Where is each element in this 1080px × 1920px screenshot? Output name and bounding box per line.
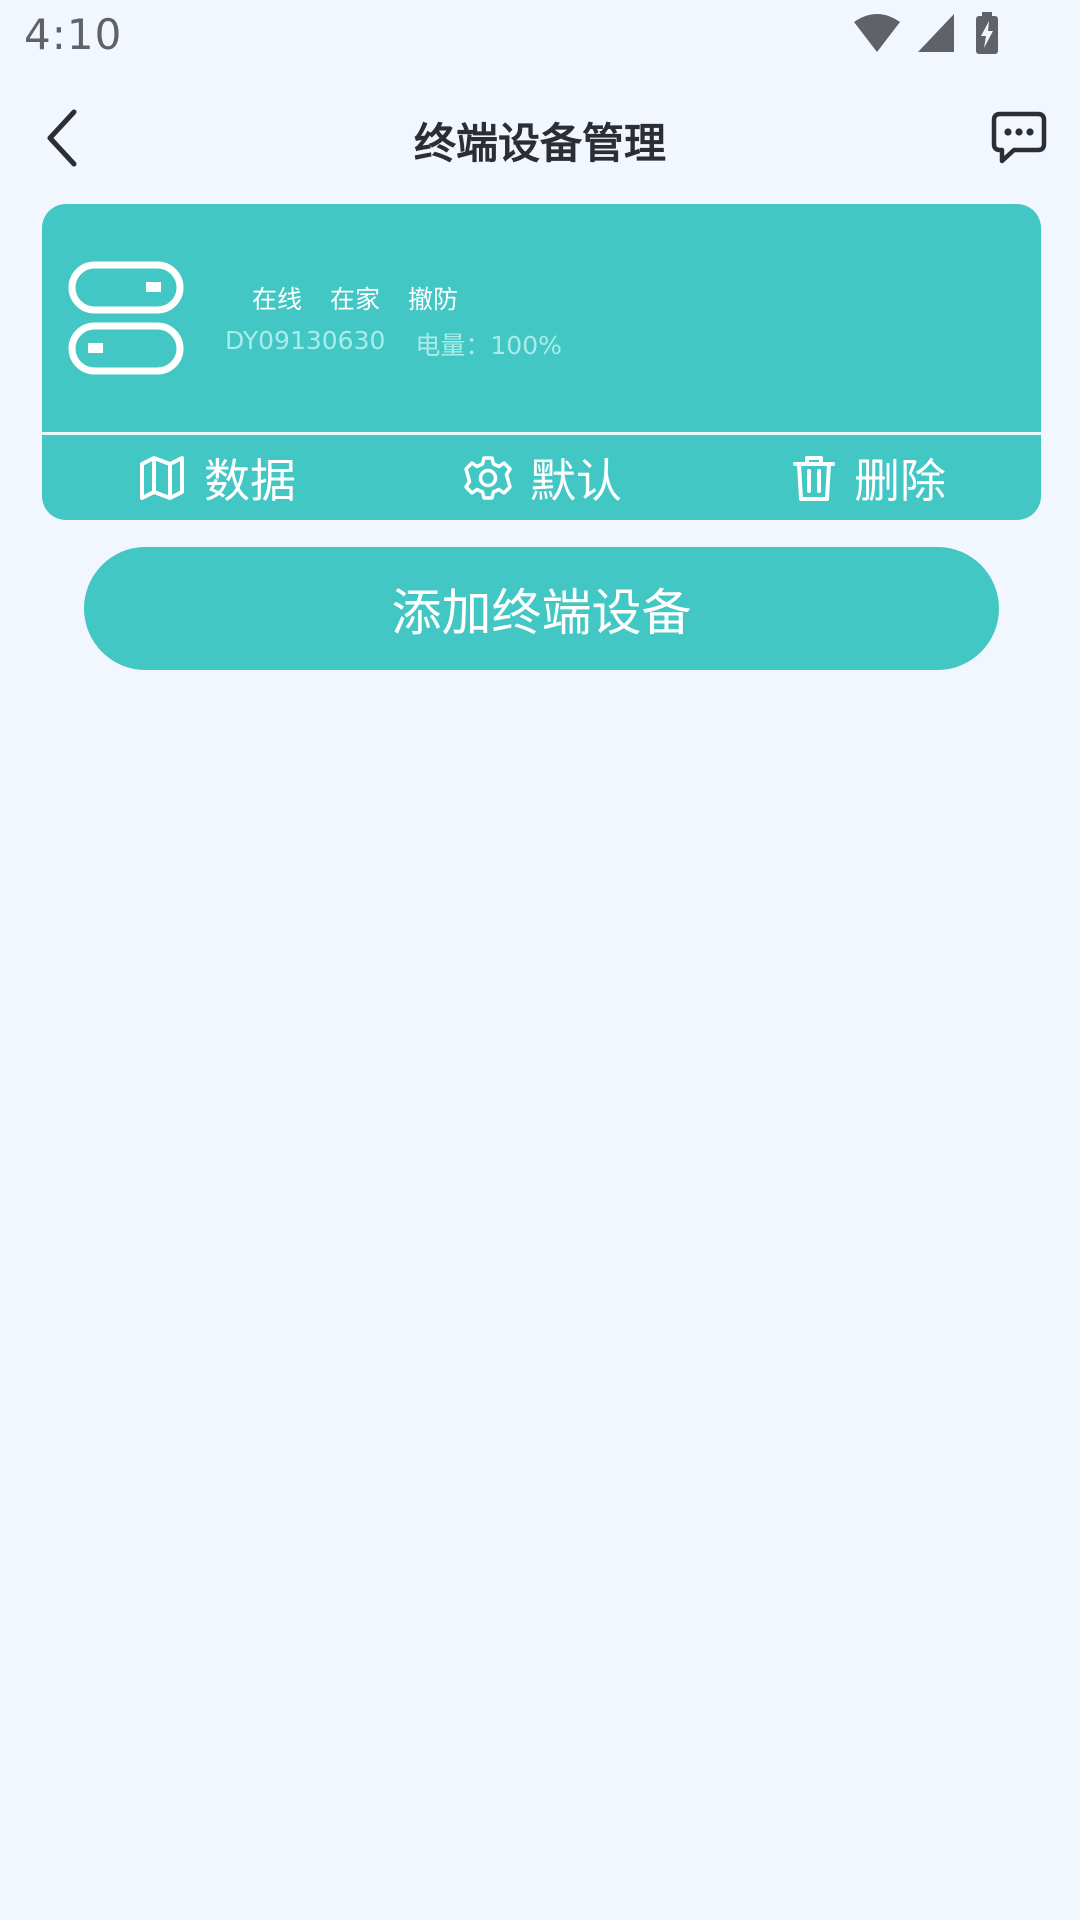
- status-home: 在家: [330, 285, 381, 314]
- status-bar: 4:10: [0, 0, 1080, 72]
- device-actions: 数据 默认 删除: [42, 435, 1041, 520]
- device-id: DY09130630: [225, 326, 386, 355]
- cellular-signal-icon: [918, 14, 954, 52]
- add-device-button[interactable]: 添加终端设备: [84, 547, 999, 670]
- status-time: 4:10: [24, 10, 123, 59]
- default-label: 默认: [530, 453, 622, 508]
- delete-button[interactable]: 删除: [792, 435, 946, 520]
- status-disarmed: 撤防: [408, 285, 459, 314]
- map-icon: [140, 455, 184, 500]
- gear-icon: [464, 455, 512, 500]
- message-button[interactable]: [990, 110, 1048, 166]
- device-info: DY09130630 电量：100%: [225, 326, 562, 362]
- device-summary[interactable]: 在线 在家 撤防 DY09130630 电量：100%: [42, 204, 1041, 432]
- page-title: 终端设备管理: [413, 119, 666, 168]
- wifi-icon: [854, 14, 900, 52]
- data-button[interactable]: 数据: [138, 435, 296, 520]
- delete-label: 删除: [854, 453, 946, 508]
- status-online: 在线: [252, 285, 303, 314]
- device-card[interactable]: 在线 在家 撤防 DY09130630 电量：100% 数据 默认 删除: [42, 204, 1041, 520]
- chat-bubble-icon: [991, 111, 1047, 164]
- data-label: 数据: [204, 453, 296, 508]
- device-status-tags: 在线 在家 撤防: [252, 280, 458, 316]
- battery-charging-icon: [976, 12, 998, 54]
- trash-icon: [793, 455, 835, 501]
- default-button[interactable]: 默认: [464, 435, 622, 520]
- toggle-switch-icon: [68, 261, 184, 375]
- header: 终端设备管理: [0, 80, 1080, 200]
- battery-level: 电量：100%: [415, 331, 562, 360]
